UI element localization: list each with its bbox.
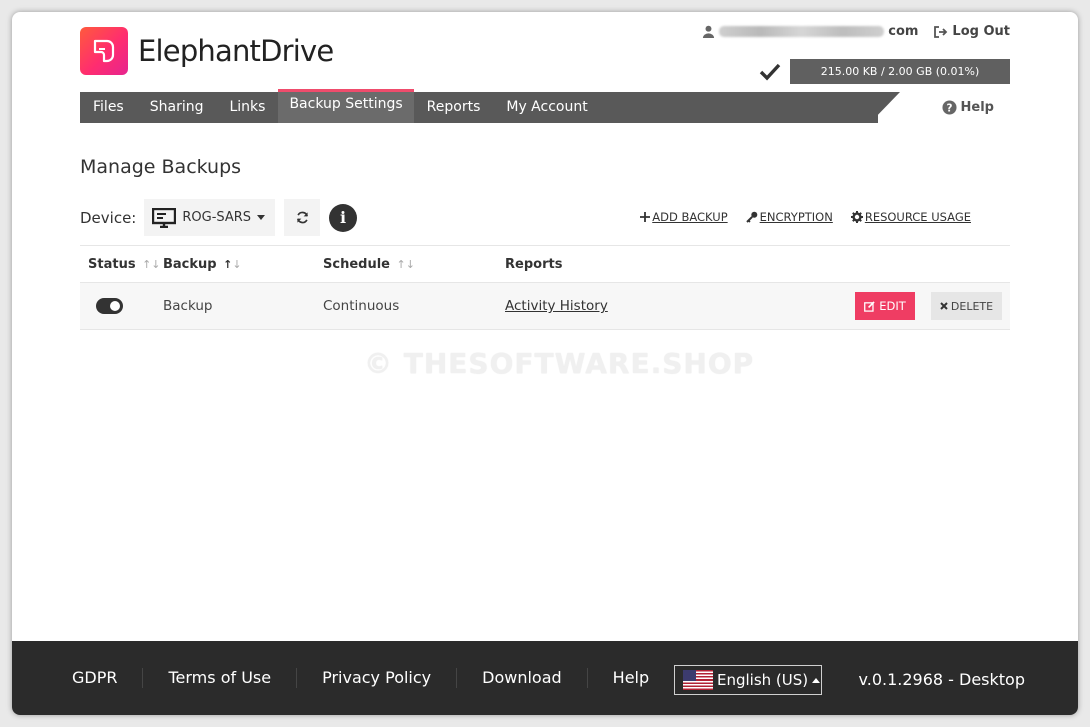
refresh-button[interactable] [284, 199, 321, 236]
logout-label: Log Out [952, 24, 1010, 39]
encryption-label: ENCRYPTION [759, 210, 833, 224]
status-toggle[interactable] [96, 298, 123, 314]
nav-tab-files[interactable]: Files [80, 92, 137, 123]
nav-tab-backup-settings[interactable]: Backup Settings [278, 89, 414, 123]
footer: GDPR Terms of Use Privacy Policy Downloa… [12, 641, 1078, 715]
resource-usage-label: RESOURCE USAGE [864, 210, 971, 224]
help-icon: ? [942, 100, 957, 115]
nav-tab-reports[interactable]: Reports [414, 92, 494, 123]
sort-icon: ↑↓ [142, 257, 161, 271]
delete-label: DELETE [950, 299, 994, 313]
plus-icon [640, 212, 651, 222]
monitor-icon [152, 207, 177, 228]
page-title: Manage Backups [80, 156, 242, 178]
device-label: Device: [80, 208, 137, 227]
us-flag-icon [683, 670, 713, 690]
table-row: Backup Continuous Activity History EDIT … [80, 282, 1010, 330]
app-version: v.0.1.2968 - Desktop [858, 670, 1026, 689]
footer-link-help[interactable]: Help [588, 668, 674, 688]
col-schedule[interactable]: Schedule ↑↓ [323, 257, 505, 272]
resource-usage-link[interactable]: RESOURCE USAGE [850, 210, 971, 224]
edit-button[interactable]: EDIT [855, 292, 915, 320]
nav-tab-sharing[interactable]: Sharing [137, 92, 217, 123]
device-selected: ROG-SARS [182, 210, 252, 225]
col-reports: Reports [505, 256, 563, 272]
footer-links: GDPR Terms of Use Privacy Policy Downloa… [12, 641, 674, 715]
key-icon [745, 211, 757, 223]
main-nav: Files Sharing Links Backup Settings Repo… [80, 89, 1010, 123]
footer-link-terms[interactable]: Terms of Use [143, 668, 298, 688]
backup-name: Backup [163, 298, 213, 314]
edit-label: EDIT [879, 299, 906, 313]
footer-link-gdpr[interactable]: GDPR [12, 668, 144, 688]
status-cell [80, 298, 163, 314]
device-toolbar: Device: ROG-SARS i [80, 199, 358, 236]
help-link[interactable]: ? Help [942, 92, 994, 123]
email-redacted [719, 26, 885, 37]
help-label: Help [960, 99, 994, 115]
check-icon [759, 63, 781, 80]
add-backup-label: ADD BACKUP [652, 210, 728, 224]
user-bar: com Log Out [702, 24, 1010, 39]
refresh-icon [296, 211, 308, 224]
storage-status: 215.00 KB / 2.00 GB (0.01%) [759, 59, 1010, 84]
sort-icon: ↑↓ [396, 257, 415, 271]
elephant-logo-icon [80, 27, 128, 75]
info-icon: i [340, 208, 347, 227]
footer-link-download[interactable]: Download [457, 668, 588, 688]
activity-history-link[interactable]: Activity History [505, 298, 608, 314]
gear-icon [850, 211, 863, 223]
email-suffix: com [888, 24, 919, 39]
table-header: Status ↑↓ Backup ↑↓ Schedule ↑↓ Reports [80, 245, 1010, 282]
nav-tab-links[interactable]: Links [216, 92, 278, 123]
caret-up-icon [812, 677, 821, 683]
language-label: English (US) [717, 671, 809, 689]
footer-link-privacy[interactable]: Privacy Policy [297, 668, 458, 688]
edit-icon [864, 300, 875, 312]
logout-icon [934, 25, 948, 38]
nav-tab-my-account[interactable]: My Account [493, 92, 600, 123]
caret-down-icon [257, 215, 266, 220]
reports-cell: Activity History [505, 298, 705, 314]
watermark: © THESOFTWARE.SHOP [364, 347, 755, 380]
brand-name: ElephantDrive [138, 34, 334, 68]
app-window: ElephantDrive com Log Out 215.00 KB / 2.… [12, 12, 1078, 715]
svg-text:?: ? [946, 102, 952, 114]
close-icon [940, 302, 948, 310]
logout-link[interactable]: Log Out [934, 24, 1010, 39]
encryption-link[interactable]: ENCRYPTION [745, 210, 833, 224]
sort-asc-icon: ↑↓ [223, 257, 242, 271]
device-dropdown[interactable]: ROG-SARS [144, 199, 276, 236]
col-backup[interactable]: Backup ↑↓ [163, 257, 323, 272]
language-selector[interactable]: English (US) [674, 665, 822, 695]
delete-button[interactable]: DELETE [931, 292, 1002, 320]
brand-logo[interactable]: ElephantDrive [80, 27, 334, 75]
info-button[interactable]: i [329, 203, 358, 232]
backups-table: Status ↑↓ Backup ↑↓ Schedule ↑↓ Reports … [80, 245, 1010, 330]
user-icon [703, 25, 715, 38]
backup-schedule: Continuous [323, 298, 400, 314]
col-status[interactable]: Status ↑↓ [80, 257, 163, 272]
add-backup-link[interactable]: ADD BACKUP [640, 210, 728, 224]
user-account[interactable]: com [702, 24, 918, 39]
storage-usage-bar: 215.00 KB / 2.00 GB (0.01%) [790, 59, 1010, 84]
backup-actions: ADD BACKUP ENCRYPTION RESOURCE USAGE [640, 210, 971, 224]
